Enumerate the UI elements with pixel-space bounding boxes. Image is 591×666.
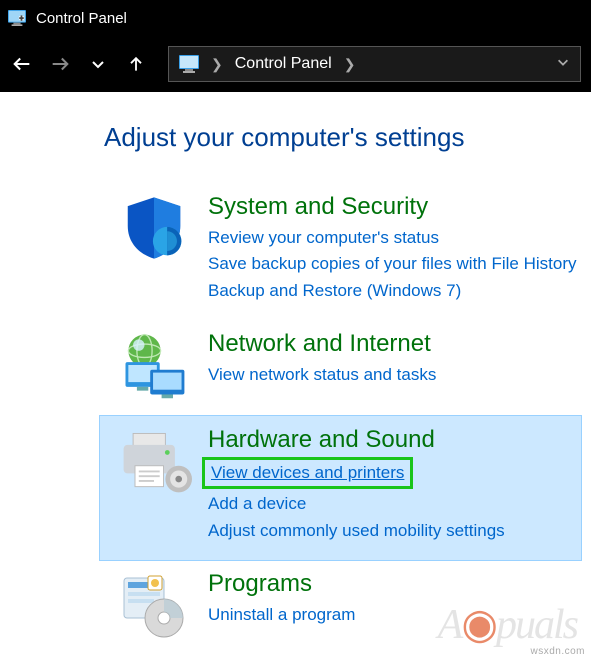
category-programs: Programs Uninstall a program xyxy=(100,560,581,656)
watermark-site: wsxdn.com xyxy=(530,646,585,657)
up-button[interactable] xyxy=(124,52,148,76)
link-file-history[interactable]: Save backup copies of your files with Fi… xyxy=(208,251,577,277)
control-panel-icon xyxy=(8,10,26,26)
shield-icon xyxy=(114,193,194,263)
link-uninstall-program[interactable]: Uninstall a program xyxy=(208,602,355,628)
breadcrumb-control-panel[interactable]: Control Panel xyxy=(235,55,332,73)
link-mobility-settings[interactable]: Adjust commonly used mobility settings xyxy=(208,518,505,544)
category-hardware-sound: Hardware and Sound View devices and prin… xyxy=(99,415,582,561)
category-network-internet: Network and Internet View network status… xyxy=(100,320,581,416)
forward-button[interactable] xyxy=(48,52,72,76)
link-review-status[interactable]: Review your computer's status xyxy=(208,225,439,251)
category-list: System and Security Review your computer… xyxy=(100,183,581,656)
link-add-device[interactable]: Add a device xyxy=(208,491,306,517)
chevron-right-icon[interactable]: ❯ xyxy=(211,56,223,73)
category-title[interactable]: Programs xyxy=(208,570,581,598)
window-title: Control Panel xyxy=(36,10,127,27)
link-backup-restore[interactable]: Backup and Restore (Windows 7) xyxy=(208,278,461,304)
window-titlebar: Control Panel xyxy=(0,0,591,36)
network-globe-icon xyxy=(114,330,194,400)
recent-dropdown-button[interactable] xyxy=(86,52,110,76)
category-title[interactable]: System and Security xyxy=(208,193,581,221)
address-bar[interactable]: ❯ Control Panel ❯ xyxy=(168,46,581,82)
address-dropdown-button[interactable] xyxy=(556,55,570,74)
control-panel-icon xyxy=(179,55,199,73)
content-area: Adjust your computer's settings System a… xyxy=(0,92,591,666)
category-title[interactable]: Hardware and Sound xyxy=(208,426,581,454)
nav-toolbar: ❯ Control Panel ❯ xyxy=(0,36,591,92)
page-heading: Adjust your computer's settings xyxy=(104,122,581,153)
programs-disc-icon xyxy=(114,570,194,640)
chevron-right-icon[interactable]: ❯ xyxy=(344,56,356,73)
link-view-devices-printers[interactable]: View devices and printers xyxy=(202,457,413,489)
category-system-security: System and Security Review your computer… xyxy=(100,183,581,320)
back-button[interactable] xyxy=(10,52,34,76)
printer-icon xyxy=(114,426,194,496)
category-title[interactable]: Network and Internet xyxy=(208,330,581,358)
link-network-status[interactable]: View network status and tasks xyxy=(208,362,436,388)
